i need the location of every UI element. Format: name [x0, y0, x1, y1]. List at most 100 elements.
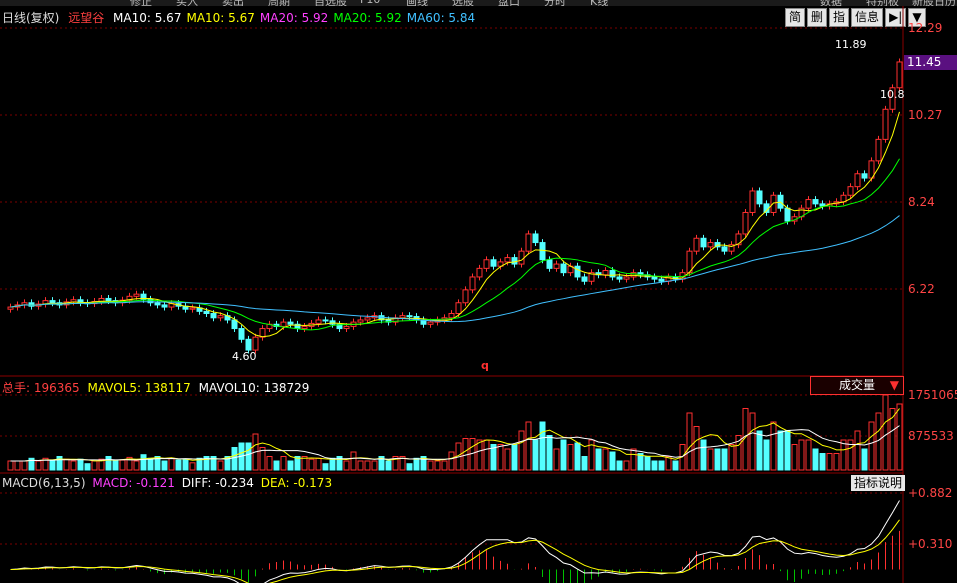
volume-bar: [791, 444, 798, 471]
volume-bar: [756, 430, 763, 471]
candle-body: [518, 250, 525, 265]
candle-body: [469, 276, 476, 291]
volume-bar: [581, 456, 588, 471]
volume-bar: [385, 460, 392, 471]
volume-bar: [168, 457, 175, 471]
volume-bar: [504, 448, 511, 471]
candle-body: [749, 190, 756, 213]
dea-value: DEA: -0.173: [260, 476, 333, 490]
volume-bar: [658, 460, 665, 471]
candle-body: [238, 328, 245, 340]
candle-body: [854, 173, 861, 188]
volume-bar: [539, 421, 546, 471]
candle-body: [770, 194, 777, 213]
candle-body: [343, 325, 350, 330]
volume-bar: [651, 460, 658, 471]
volume-bar: [119, 459, 126, 471]
volume-bar: [329, 457, 336, 471]
candle-body: [490, 259, 497, 267]
volume-bar: [686, 412, 693, 471]
volume-bar: [707, 448, 714, 471]
macd-tick: +0.882: [908, 486, 953, 500]
marker-label: q: [481, 359, 489, 372]
volume-bar: [14, 460, 21, 471]
candle-body: [448, 313, 455, 319]
volume-bar: [7, 460, 14, 471]
volume-tick: 875533: [908, 429, 954, 443]
candle-body: [280, 321, 287, 327]
candle-body: [581, 276, 588, 282]
candle-body: [742, 211, 749, 235]
volume-bar: [553, 448, 560, 471]
high-label: 11.89: [835, 38, 867, 51]
volume-bar: [350, 451, 357, 471]
volume-bar: [406, 463, 413, 471]
volume-bar: [714, 448, 721, 471]
candlestick-chart[interactable]: [0, 0, 957, 583]
volume-bar: [343, 460, 350, 471]
candle-body: [861, 173, 868, 179]
total-volume: 总手: 196365: [2, 381, 80, 395]
candle-body: [882, 108, 889, 140]
candle-body: [301, 325, 308, 330]
volume-bar: [21, 460, 28, 471]
mid-label: 10.8: [880, 88, 905, 101]
indicator-help-button[interactable]: 指标说明: [851, 475, 906, 491]
candle-body: [364, 317, 371, 321]
volume-bar: [315, 457, 322, 471]
candle-body: [231, 319, 238, 330]
candle-body: [252, 336, 259, 351]
candle-body: [721, 246, 728, 252]
candle-body: [217, 315, 224, 319]
volume-tick: 1751065: [908, 388, 957, 402]
volume-bar: [322, 463, 329, 471]
candle-body: [161, 304, 168, 308]
candle-body: [658, 278, 665, 282]
candle-body: [756, 190, 763, 205]
volume-header: 总手: 196365 MAVOL5: 138117 MAVOL10: 13872…: [2, 379, 309, 396]
candle-body: [616, 276, 623, 280]
volume-bar: [364, 460, 371, 471]
volume-bar: [595, 448, 602, 471]
candle-body: [210, 313, 217, 319]
volume-bar: [798, 439, 805, 471]
candle-body: [476, 267, 483, 278]
volume-bar: [896, 403, 903, 471]
volume-bar: [567, 444, 574, 471]
volume-bar: [217, 460, 224, 471]
volume-bar: [826, 453, 833, 471]
candle-body: [539, 242, 546, 261]
volume-bar: [609, 451, 616, 471]
volume-bar: [616, 460, 623, 471]
candle-body: [357, 319, 364, 323]
volume-bar: [63, 458, 70, 471]
diff-value: DIFF: -0.234: [181, 476, 254, 490]
volume-bar: [560, 439, 567, 471]
candle-body: [462, 289, 469, 304]
volume-bar: [189, 462, 196, 471]
volume-bar: [630, 448, 637, 471]
candle-body: [546, 259, 553, 269]
price-tick: 10.27: [908, 108, 943, 122]
candle-body: [455, 302, 462, 315]
volume-bar: [266, 456, 273, 471]
macd-tick: +0.310: [908, 537, 953, 551]
candle-body: [133, 293, 140, 297]
volume-bar: [497, 444, 504, 471]
dropdown-label: 成交量: [839, 378, 876, 392]
volume-bar: [105, 456, 112, 471]
volume-bar: [77, 458, 84, 471]
candle-body: [819, 203, 826, 207]
volume-bar: [287, 460, 294, 471]
indicator-dropdown[interactable]: 成交量 ▼: [810, 376, 904, 395]
volume-bar: [371, 460, 378, 471]
candle-body: [574, 265, 581, 278]
volume-bar: [700, 439, 707, 471]
candle-body: [49, 300, 56, 304]
macd-value: MACD: -0.121: [92, 476, 175, 490]
candle-body: [707, 242, 714, 248]
volume-bar: [672, 460, 679, 471]
volume-bar: [749, 412, 756, 471]
candle-body: [406, 315, 413, 318]
volume-bar: [434, 460, 441, 471]
